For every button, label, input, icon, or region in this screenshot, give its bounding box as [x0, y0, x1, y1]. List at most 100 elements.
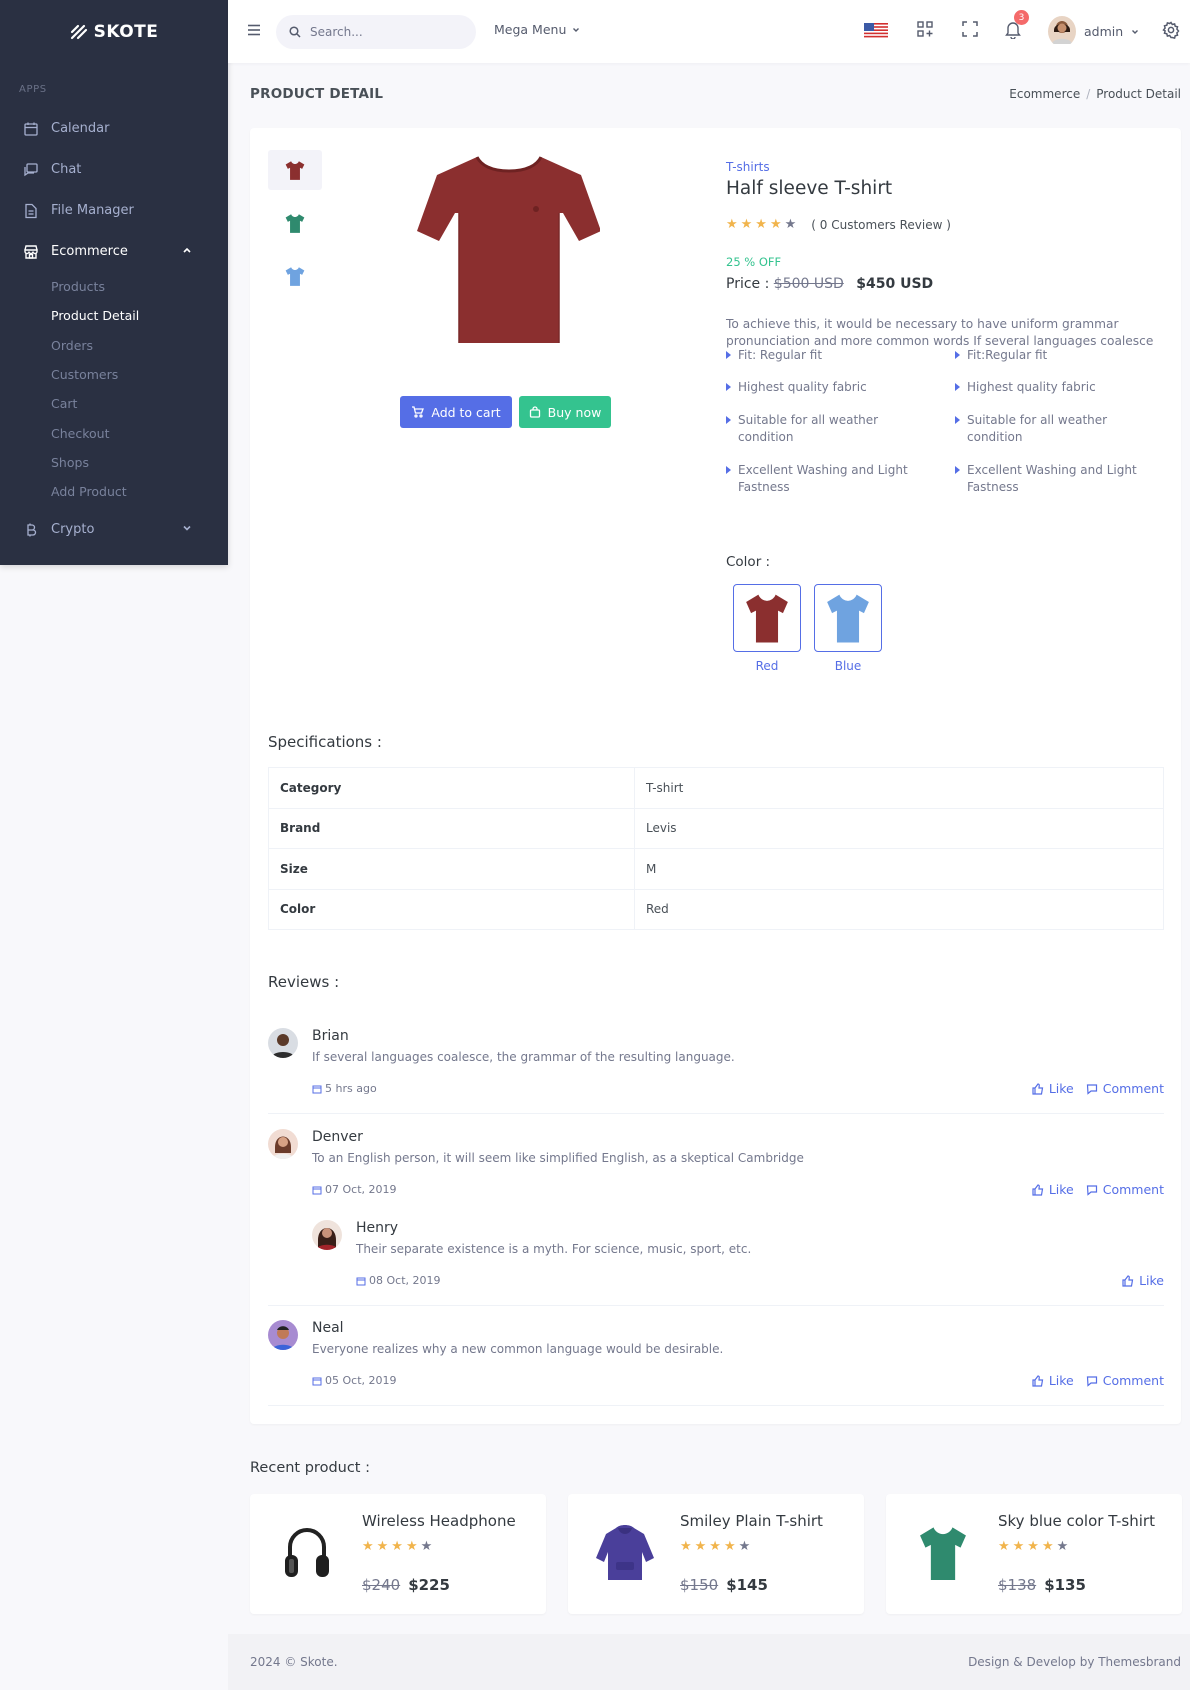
spec-key: Brand: [268, 807, 635, 849]
add-to-cart-button[interactable]: Add to cart: [400, 396, 512, 428]
calendar-icon: [356, 1277, 366, 1285]
specifications-table: Category T-shirt Brand Levis Size M Color Re…: [268, 767, 1164, 930]
color-name-red[interactable]: Red: [733, 659, 801, 673]
product-rating: ★★★★★: [998, 1539, 1071, 1554]
settings-gear-icon[interactable]: [1162, 21, 1180, 39]
search-input[interactable]: [310, 25, 460, 39]
product-detail-card: Add to cart Buy now T-shirts Half sleeve…: [250, 128, 1181, 1424]
avatar: [312, 1220, 342, 1250]
thumbnail-green[interactable]: [268, 203, 322, 243]
color-swatch-blue[interactable]: [814, 584, 882, 652]
sidebar-item-label: Calendar: [51, 121, 110, 136]
spec-key: Color: [268, 888, 635, 930]
color-name-blue[interactable]: Blue: [814, 659, 882, 673]
menu-section-title: APPS: [19, 84, 47, 95]
like-button[interactable]: Like: [1032, 1081, 1074, 1096]
recent-product-card[interactable]: Wireless Headphone ★★★★★ $240 $225: [250, 1494, 546, 1614]
us-flag-icon[interactable]: [864, 23, 888, 39]
sidebar-sub-cart[interactable]: Cart: [0, 389, 228, 418]
footer-copyright: 2024 © Skote.: [250, 1655, 338, 1669]
like-label: Like: [1048, 1081, 1074, 1096]
review-date: 5 hrs ago: [312, 1082, 377, 1095]
recent-product-card[interactable]: Sky blue color T-shirt ★★★★★ $138 $135: [886, 1494, 1182, 1614]
comment-button[interactable]: Comment: [1086, 1081, 1164, 1096]
old-price: $138: [998, 1576, 1037, 1594]
sidebar-item-calendar[interactable]: Calendar: [0, 108, 228, 149]
shopping-bag-icon: [529, 406, 540, 418]
comment-icon: [1086, 1184, 1097, 1196]
recent-product-name[interactable]: Smiley Plain T-shirt: [680, 1512, 823, 1530]
review-date: 08 Oct, 2019: [356, 1274, 441, 1287]
color-label: Color :: [726, 554, 771, 570]
mega-menu-dropdown[interactable]: Mega Menu: [494, 22, 580, 37]
thumbnail-red[interactable]: [268, 150, 322, 190]
thumbnail-blue[interactable]: [268, 256, 322, 296]
product-image: [908, 1518, 978, 1588]
brand-logo[interactable]: SKOTE: [0, 0, 228, 64]
sidebar-item-label: File Manager: [51, 203, 134, 218]
page-title: PRODUCT DETAIL: [250, 86, 384, 102]
review-date-text: 5 hrs ago: [325, 1082, 377, 1095]
sidebar-sub-add-product[interactable]: Add Product: [0, 477, 228, 506]
brand-name: SKOTE: [93, 22, 159, 42]
table-row: Category T-shirt: [268, 767, 1164, 809]
color-swatch-red[interactable]: [733, 584, 801, 652]
review-count: ( 0 Customers Review ): [811, 217, 951, 232]
logo-icon: [70, 24, 87, 40]
product-category[interactable]: T-shirts: [726, 160, 770, 174]
recent-product-card[interactable]: Smiley Plain T-shirt ★★★★★ $150 $145: [568, 1494, 864, 1614]
breadcrumb-ecommerce[interactable]: Ecommerce: [1009, 87, 1080, 101]
recent-product-price: $138 $135: [998, 1576, 1086, 1594]
chevron-up-icon: [183, 247, 191, 253]
chevron-down-icon: [1132, 29, 1139, 34]
user-dropdown[interactable]: admin: [1048, 16, 1139, 47]
buy-now-label: Buy now: [547, 404, 602, 420]
buy-now-button[interactable]: Buy now: [519, 396, 611, 428]
sidebar-sub-customers[interactable]: Customers: [0, 360, 228, 389]
review-date-text: 07 Oct, 2019: [325, 1183, 397, 1196]
comment-button[interactable]: Comment: [1086, 1182, 1164, 1197]
notification-badge: 3: [1014, 10, 1029, 25]
like-button[interactable]: Like: [1032, 1373, 1074, 1388]
product-description: To achieve this, it would be necessary t…: [726, 317, 1154, 348]
sidebar-sub-shops[interactable]: Shops: [0, 448, 228, 477]
sidebar-item-ecommerce[interactable]: Ecommerce: [0, 231, 228, 272]
star-icon: ★★★★: [726, 217, 785, 232]
menu-toggle-icon[interactable]: [246, 22, 262, 38]
divider: [268, 1405, 1164, 1406]
fullscreen-icon[interactable]: [961, 20, 979, 38]
feature-item: Fit: Regular fit: [726, 347, 926, 364]
sidebar-sub-product-detail[interactable]: Product Detail: [0, 301, 228, 330]
sidebar-item-chat[interactable]: Chat: [0, 149, 228, 190]
avatar: [268, 1320, 298, 1350]
like-label: Like: [1048, 1182, 1074, 1197]
like-button[interactable]: Like: [1032, 1182, 1074, 1197]
recent-products-title: Recent product :: [250, 1460, 370, 1476]
spec-key: Category: [268, 767, 635, 809]
product-image: [590, 1518, 660, 1588]
product-rating: ★★★★ ★ ( 0 Customers Review ): [726, 217, 951, 232]
calendar-icon: [24, 122, 38, 136]
breadcrumb: Ecommerce / Product Detail: [1009, 87, 1181, 101]
product-main-image: [417, 156, 600, 343]
sidebar-sub-products[interactable]: Products: [0, 272, 228, 301]
review-actions: Like Comment: [1032, 1373, 1164, 1388]
current-price: $145: [726, 1576, 768, 1594]
specifications-title: Specifications :: [268, 733, 382, 751]
calendar-icon: [312, 1186, 322, 1194]
reviewer-name: Henry: [356, 1220, 399, 1236]
like-button[interactable]: Like: [1122, 1273, 1164, 1288]
table-row: Brand Levis: [268, 807, 1164, 849]
sidebar-item-file-manager[interactable]: File Manager: [0, 190, 228, 231]
divider: [268, 1305, 1164, 1306]
sidebar-sub-orders[interactable]: Orders: [0, 331, 228, 360]
sidebar-sub-checkout[interactable]: Checkout: [0, 418, 228, 447]
apps-grid-icon[interactable]: [916, 20, 934, 38]
old-price: $240: [362, 1576, 401, 1594]
comment-label: Comment: [1102, 1373, 1164, 1388]
recent-product-name[interactable]: Sky blue color T-shirt: [998, 1512, 1155, 1530]
review-actions: Like Comment: [1032, 1081, 1164, 1096]
sidebar-item-crypto[interactable]: Crypto: [0, 509, 228, 550]
comment-button[interactable]: Comment: [1086, 1373, 1164, 1388]
recent-product-name[interactable]: Wireless Headphone: [362, 1512, 516, 1530]
